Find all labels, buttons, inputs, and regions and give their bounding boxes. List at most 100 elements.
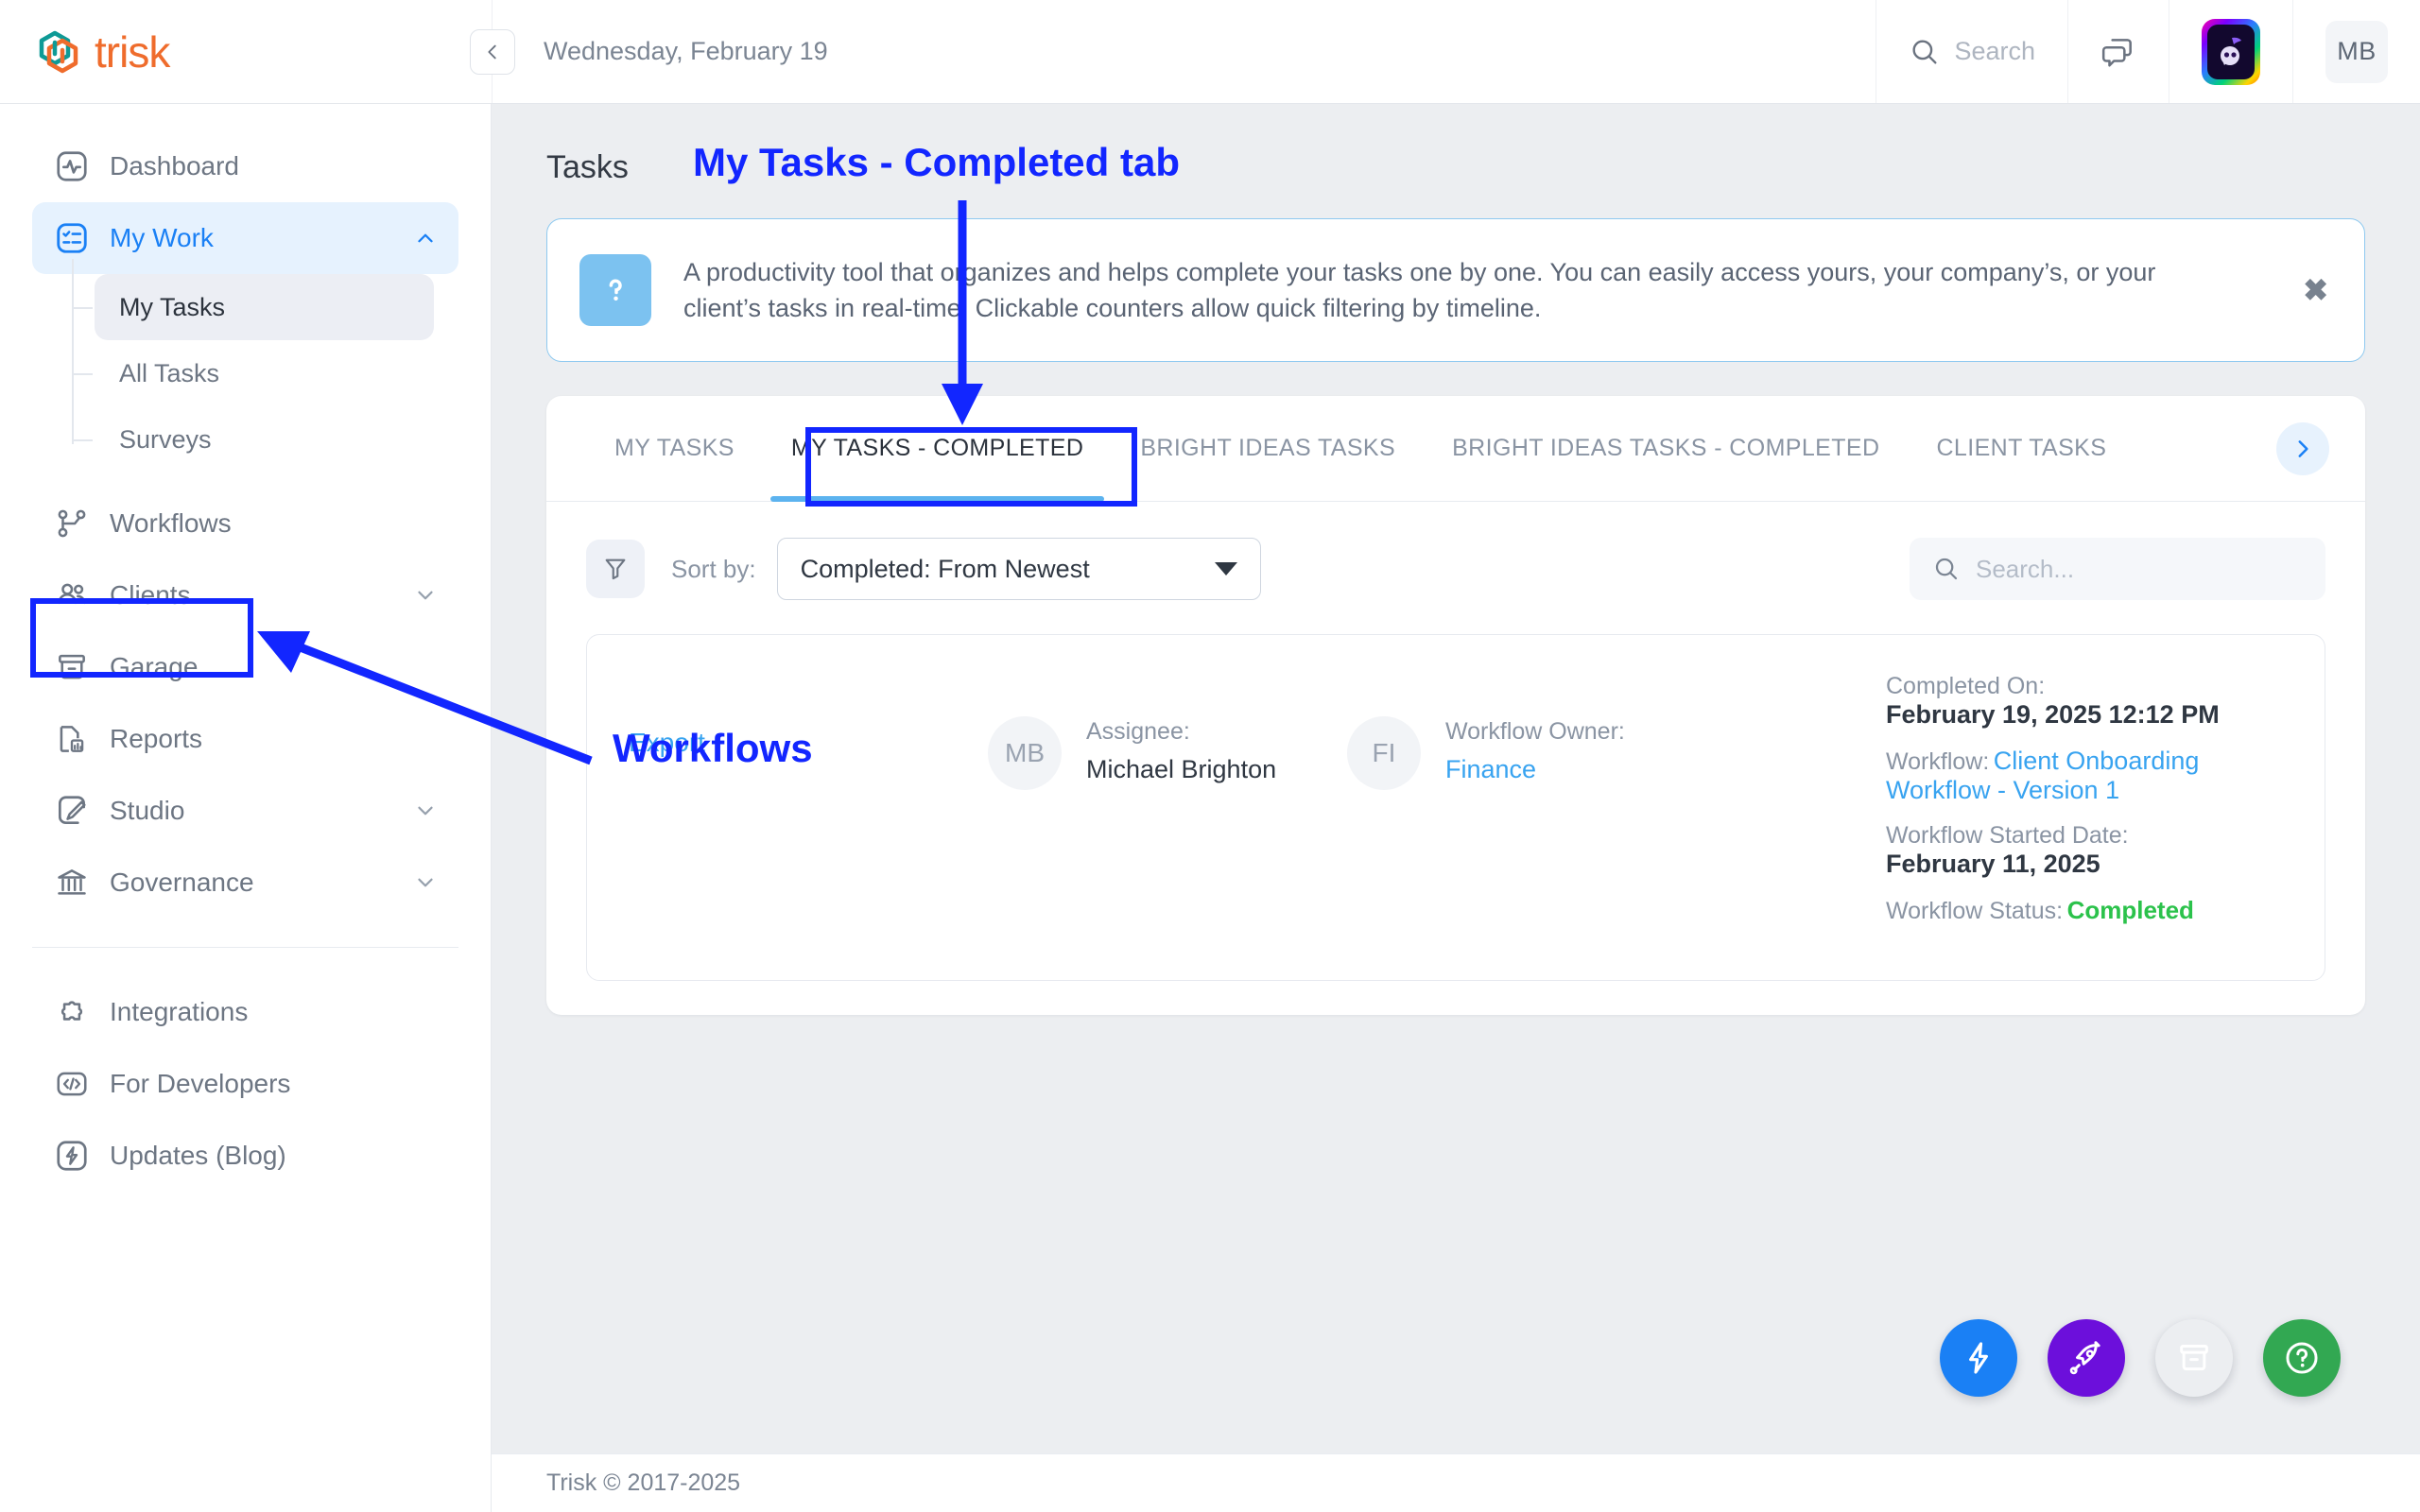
ai-assistant-avatar	[2202, 18, 2260, 85]
archive-box-icon	[2180, 1345, 2208, 1371]
app-root: trisk Wednesday, February 19 Search MB D…	[0, 0, 2420, 1512]
sidebar-subitem-label: Surveys	[119, 424, 212, 454]
chevron-down-icon	[418, 806, 433, 816]
tasks-search-placeholder: Search...	[1976, 554, 2075, 583]
top-bar-right: Search MB	[1876, 0, 2420, 103]
checklist-square-icon	[53, 219, 91, 257]
sidebar-item-label: Updates (Blog)	[110, 1141, 286, 1170]
sidebar-item-my-work[interactable]: My Work	[32, 202, 458, 274]
global-search-button[interactable]: Search	[1876, 0, 2067, 103]
sidebar-item-clients[interactable]: Clients	[32, 559, 458, 631]
tab-label: MY TASKS	[614, 435, 735, 461]
tab-label: BRIGHT IDEAS TASKS	[1140, 435, 1396, 461]
tab-bar: MY TASKS MY TASKS - COMPLETED BRIGHT IDE…	[546, 396, 2365, 502]
sidebar-item-updates-blog[interactable]: Updates (Blog)	[32, 1120, 458, 1192]
sort-by-value: Completed: From Newest	[800, 554, 1090, 583]
chevron-right-icon	[2298, 439, 2308, 457]
close-icon[interactable]: ✖	[2303, 272, 2328, 308]
workflow-owner-label: Workflow Owner:	[1445, 718, 1625, 745]
tasks-toolbar: Sort by: Completed: From Newest Search..…	[546, 502, 2365, 600]
sort-by-select[interactable]: Completed: From Newest	[776, 538, 1261, 600]
tab-client-tasks[interactable]: CLIENT TASKS	[1908, 396, 2135, 502]
activity-square-icon	[53, 147, 91, 185]
footer: Trisk © 2017-2025	[492, 1453, 2420, 1512]
assignee-avatar: MB	[988, 716, 1062, 790]
ai-assistant-button[interactable]	[2169, 0, 2292, 103]
fab-launch[interactable]	[2048, 1319, 2125, 1397]
sidebar-item-label: Dashboard	[110, 151, 239, 180]
page-header: Tasks	[492, 104, 2420, 186]
sidebar-item-label: My Work	[110, 223, 214, 252]
sidebar-item-all-tasks[interactable]: All Tasks	[72, 340, 434, 406]
fab-quick-actions[interactable]	[1940, 1319, 2017, 1397]
tasks-panel: MY TASKS MY TASKS - COMPLETED BRIGHT IDE…	[546, 396, 2365, 1015]
lightning-bolt-square-icon	[53, 1137, 91, 1175]
tab-bright-ideas-tasks[interactable]: BRIGHT IDEAS TASKS	[1112, 396, 1424, 502]
filter-funnel-icon	[605, 558, 626, 580]
code-brackets-icon	[53, 1065, 91, 1103]
chevron-left-icon	[488, 44, 496, 59]
chevron-up-icon	[418, 233, 433, 243]
trisk-hexagon-logo-icon	[39, 30, 78, 73]
sidebar-item-integrations[interactable]: Integrations	[32, 976, 458, 1048]
sidebar-item-label: For Developers	[110, 1069, 291, 1098]
tabs-next-button[interactable]	[2276, 421, 2329, 475]
sidebar-item-studio[interactable]: Studio	[32, 775, 458, 847]
sidebar-item-my-tasks[interactable]: My Tasks	[72, 274, 434, 340]
export-link[interactable]: Export	[629, 728, 705, 758]
tab-bright-ideas-tasks-completed[interactable]: BRIGHT IDEAS TASKS - COMPLETED	[1424, 396, 1908, 502]
filter-button[interactable]	[586, 540, 645, 598]
rocket-icon	[2069, 1341, 2100, 1375]
sort-by-label: Sort by:	[671, 554, 756, 583]
messages-button[interactable]	[2067, 0, 2169, 103]
sidebar-item-label: Garage	[110, 652, 199, 681]
search-icon	[1935, 558, 1958, 580]
sidebar-item-label: Clients	[110, 580, 191, 610]
puzzle-piece-icon	[53, 993, 91, 1031]
tab-label: MY TASKS - COMPLETED	[790, 435, 1084, 461]
sidebar-item-for-developers[interactable]: For Developers	[32, 1048, 458, 1120]
user-menu-button[interactable]: MB	[2292, 0, 2420, 103]
tab-label: BRIGHT IDEAS TASKS - COMPLETED	[1452, 435, 1880, 461]
caret-down-icon	[1214, 562, 1237, 576]
chevron-down-icon	[418, 878, 433, 887]
workflow-owner-value[interactable]: Finance	[1445, 755, 1625, 784]
completed-on-label: Completed On:	[1886, 673, 2046, 699]
workflow-label: Workflow:	[1886, 748, 1990, 775]
tab-my-tasks[interactable]: MY TASKS	[586, 396, 763, 502]
document-chart-icon	[53, 720, 91, 758]
archive-box-icon	[53, 648, 91, 686]
completed-on-value: February 19, 2025 12:12 PM	[1886, 700, 2220, 729]
sidebar-item-garage[interactable]: Garage	[32, 631, 458, 703]
task-row[interactable]: Export MB Assignee: Michael Brighton FI …	[586, 634, 2325, 981]
sidebar-item-reports[interactable]: Reports	[32, 703, 458, 775]
sidebar-item-surveys[interactable]: Surveys	[72, 406, 434, 472]
sidebar-collapse-button[interactable]	[470, 28, 515, 75]
bank-columns-icon	[53, 864, 91, 902]
workflow-started-label: Workflow Started Date:	[1886, 822, 2129, 849]
users-icon	[53, 576, 91, 614]
task-export-cell: Export	[629, 673, 988, 758]
info-banner-text: A productivity tool that organizes and h…	[683, 257, 2156, 322]
sidebar-item-dashboard[interactable]: Dashboard	[32, 130, 458, 202]
info-banner: A productivity tool that organizes and h…	[546, 218, 2365, 362]
task-detail-cell: Completed On: February 19, 2025 12:12 PM…	[1886, 673, 2283, 942]
tasks-search-input[interactable]: Search...	[1910, 538, 2325, 600]
fab-help[interactable]	[2263, 1319, 2341, 1397]
question-circle-icon	[2286, 1342, 2318, 1374]
search-icon	[1912, 39, 1937, 64]
workflow-row: Workflow: Client Onboarding Workflow - V…	[1886, 747, 2283, 805]
page-title: Tasks	[546, 149, 629, 185]
ai-ghost-icon	[2221, 37, 2241, 65]
sidebar-item-label: Reports	[110, 724, 203, 753]
sidebar-item-label: Integrations	[110, 997, 249, 1026]
sidebar-item-governance[interactable]: Governance	[32, 847, 458, 919]
floating-action-buttons	[1940, 1319, 2341, 1397]
brand-logo-area[interactable]: trisk	[0, 0, 492, 103]
sidebar-item-workflows[interactable]: Workflows	[32, 488, 458, 559]
completed-on-row: Completed On: February 19, 2025 12:12 PM	[1886, 673, 2283, 730]
tab-my-tasks-completed[interactable]: MY TASKS - COMPLETED	[763, 396, 1112, 502]
sidebar: Dashboard My Work My Tasks All Tasks Sur…	[0, 104, 492, 1512]
fab-garage[interactable]	[2155, 1319, 2233, 1397]
workflow-status-label: Workflow Status:	[1886, 898, 2064, 924]
